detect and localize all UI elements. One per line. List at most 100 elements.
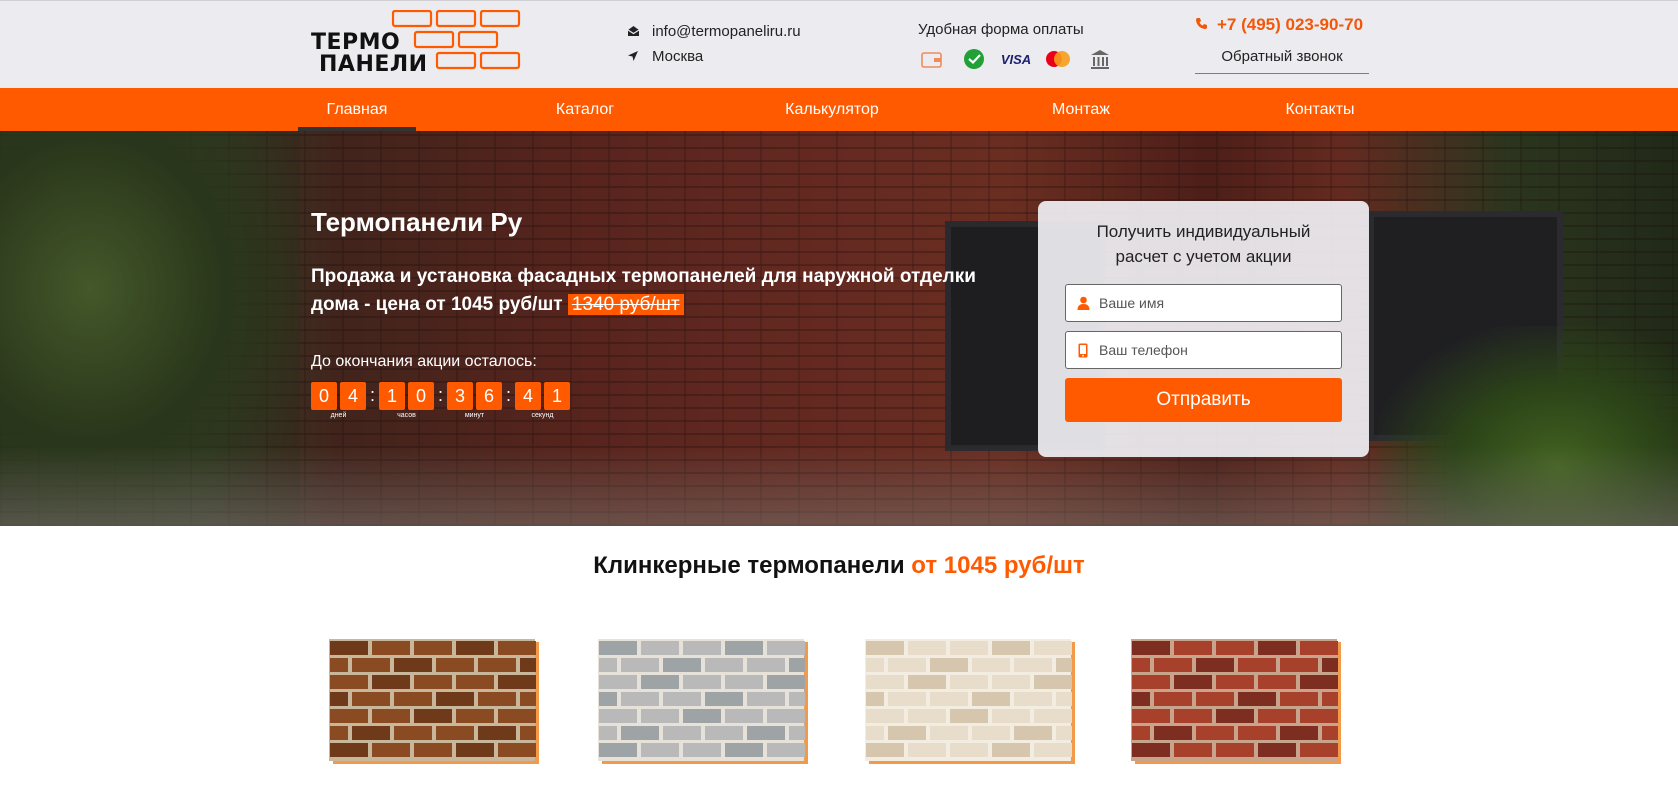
panel-brick — [394, 726, 432, 740]
mastercard-icon — [1044, 47, 1072, 71]
panel-brick — [456, 709, 494, 723]
panel-brick — [683, 709, 721, 723]
panel-brick — [1258, 709, 1296, 723]
page: ТЕРМО ПАНЕЛИ info@termopaneliru.ru Москв… — [0, 0, 1678, 794]
panel-brick — [599, 675, 637, 689]
panel-brick — [908, 743, 946, 757]
panel-brick — [330, 709, 368, 723]
panel-brick — [372, 743, 410, 757]
header: ТЕРМО ПАНЕЛИ info@termopaneliru.ru Москв… — [0, 0, 1678, 88]
panel-brick — [888, 692, 926, 706]
panel-brick — [498, 709, 536, 723]
panel-brick — [663, 692, 701, 706]
panel-brick — [1174, 743, 1212, 757]
panel-brick — [1280, 658, 1318, 672]
product-panel-red[interactable] — [1127, 636, 1357, 776]
panel-brick — [1132, 675, 1170, 689]
panel-brick — [930, 692, 968, 706]
city-text: Москва — [652, 47, 704, 65]
panel-brick — [992, 675, 1030, 689]
panel-brick — [705, 726, 743, 740]
panel-brick — [950, 675, 988, 689]
product-panel-brown[interactable] — [325, 636, 555, 776]
panel-brick — [1034, 709, 1072, 723]
countdown-hours: 1 0 часов — [379, 382, 434, 419]
email-link[interactable]: info@termopaneliru.ru — [652, 23, 801, 40]
panel-brick — [1034, 675, 1072, 689]
panel-brick — [1132, 743, 1170, 757]
panel-brick — [1056, 692, 1072, 706]
mobile-phone-icon — [1076, 343, 1090, 357]
panel-brick — [1196, 692, 1234, 706]
panel-brick — [789, 658, 805, 672]
hero-title: Термопанели Ру — [311, 207, 523, 237]
panel-brick — [599, 709, 637, 723]
panel-brick — [1238, 658, 1276, 672]
name-field[interactable] — [1065, 284, 1342, 322]
submit-button[interactable]: Отправить — [1065, 378, 1342, 422]
panel-brick — [414, 675, 452, 689]
panel-brick — [950, 743, 988, 757]
name-input[interactable] — [1099, 295, 1329, 311]
envelope-icon — [626, 24, 640, 38]
logo[interactable]: ТЕРМО ПАНЕЛИ — [309, 10, 524, 77]
nav-item-contacts[interactable]: Контакты — [1270, 88, 1370, 131]
panel-brick — [1238, 726, 1276, 740]
panel-brick — [683, 675, 721, 689]
countdown-digit: 4 — [515, 382, 541, 410]
panel-brick — [478, 658, 516, 672]
panel-brick — [1056, 726, 1072, 740]
nav-item-calculator[interactable]: Калькулятор — [772, 88, 892, 131]
logo-text-line2: ПАНЕЛИ — [319, 52, 428, 77]
panel-brick — [1154, 658, 1192, 672]
phone-field[interactable] — [1065, 331, 1342, 369]
panel-brick — [352, 726, 390, 740]
countdown-digit: 1 — [379, 382, 405, 410]
panel-brick — [1216, 641, 1254, 655]
panel-brick — [1196, 658, 1234, 672]
hero-overlay — [0, 131, 1678, 526]
city-row: Москва — [626, 45, 801, 67]
location-arrow-icon — [626, 49, 640, 63]
main-nav: Главная Каталог Калькулятор Монтаж Конта… — [0, 88, 1678, 131]
email-row[interactable]: info@termopaneliru.ru — [626, 20, 801, 42]
panel-brick — [456, 641, 494, 655]
panel-brick — [1132, 641, 1170, 655]
panel-brick — [520, 726, 536, 740]
phone-input[interactable] — [1099, 342, 1329, 358]
countdown-digit: 6 — [476, 382, 502, 410]
panel-brick — [930, 726, 968, 740]
panel-brick — [1322, 658, 1338, 672]
payment-title: Удобная форма оплаты — [918, 21, 1084, 38]
header-contacts: info@termopaneliru.ru Москва — [626, 20, 801, 70]
panel-brick — [414, 743, 452, 757]
panel-brick — [972, 658, 1010, 672]
countdown-separator: : — [369, 385, 375, 405]
panel-brick — [599, 658, 617, 672]
catalog-title-text: Клинкерные термопанели — [593, 552, 905, 579]
quote-form: Получить индивидуальный расчет с учетом … — [1038, 201, 1369, 457]
product-panel-grey[interactable] — [594, 636, 824, 776]
old-price: 1340 руб/шт — [567, 294, 684, 315]
nav-item-home[interactable]: Главная — [298, 88, 416, 131]
form-title: Получить индивидуальный расчет с учетом … — [1096, 222, 1311, 266]
panel-brick — [888, 726, 926, 740]
panel-brick — [641, 709, 679, 723]
panel-brick — [330, 641, 368, 655]
panel-brick — [725, 709, 763, 723]
visa-text: VISA — [1000, 51, 1032, 67]
panel-brick — [866, 658, 884, 672]
hero-subtitle: Продажа и установка фасадных термопанеле… — [311, 263, 991, 319]
nav-item-catalog[interactable]: Каталог — [540, 88, 630, 131]
panel-brick — [972, 692, 1010, 706]
panel-brick — [1174, 709, 1212, 723]
nav-item-installation[interactable]: Монтаж — [1040, 88, 1122, 131]
phone-link[interactable]: +7 (495) 023-90-70 — [1195, 15, 1369, 35]
panel-brick — [330, 675, 368, 689]
panel-brick — [1034, 641, 1072, 655]
countdown-unit: секунд — [531, 412, 554, 419]
product-panel-cream[interactable] — [861, 636, 1091, 776]
panel-brick — [498, 743, 536, 757]
countdown-unit: часов — [397, 412, 416, 419]
callback-button[interactable]: Обратный звонок — [1195, 47, 1369, 74]
